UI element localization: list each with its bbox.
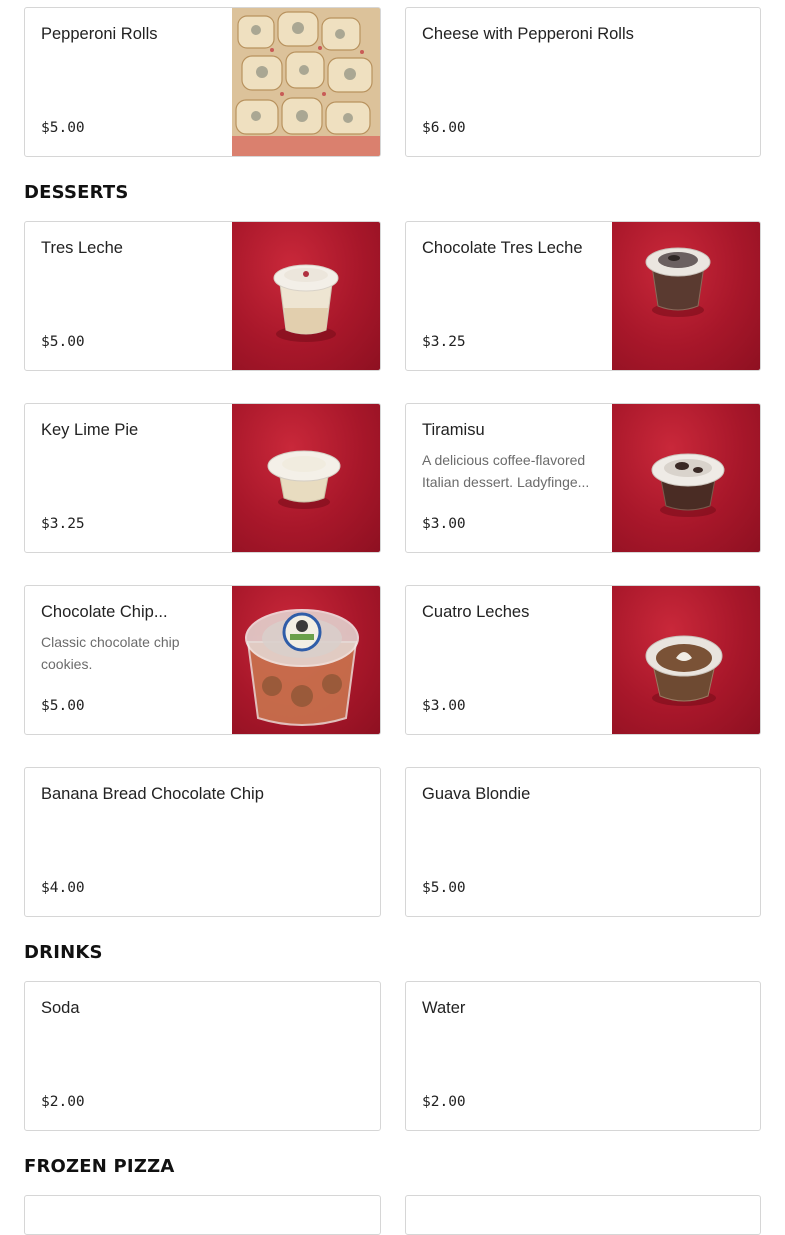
item-price: $4.00 [41,880,85,896]
item-price: $2.00 [41,1094,85,1110]
item-name: Chocolate Chip... [41,603,168,621]
menu-item-card[interactable]: Soda $2.00 [24,981,381,1131]
menu-item-card[interactable]: Tres Leche $5.00 [24,221,381,371]
item-name: Cuatro Leches [422,603,530,621]
menu-item-card[interactable]: Chocolate Tres Leche $3.25 [405,221,761,371]
item-price: $5.00 [41,698,85,714]
menu-item-card[interactable]: Key Lime Pie $3.25 [24,403,381,553]
item-price: $2.00 [422,1094,466,1110]
item-price: $3.25 [422,334,466,350]
item-name: Banana Bread Chocolate Chip [41,785,264,803]
dessert-cup-photo [612,222,760,370]
menu-item-card[interactable]: Chocolate Chip... Classic chocolate chip… [24,585,381,735]
item-description: A delicious coffee-flavored Italian dess… [422,452,590,490]
menu-item-card[interactable]: Guava Blondie $5.00 [405,767,761,917]
item-price: $6.00 [422,120,466,136]
item-name: Tiramisu [422,421,485,439]
item-name: Pepperoni Rolls [41,25,158,43]
cookie-container-photo [232,586,380,734]
menu-item-card[interactable] [24,1195,381,1235]
menu-item-card[interactable]: Tiramisu A delicious coffee-flavored Ita… [405,403,761,553]
dessert-cup-photo [232,404,380,552]
menu-item-card[interactable]: Cuatro Leches $3.00 [405,585,761,735]
dessert-cup-photo [612,586,760,734]
dessert-cup-photo [612,404,760,552]
item-name: Guava Blondie [422,785,531,803]
item-price: $3.00 [422,516,466,532]
item-name: Cheese with Pepperoni Rolls [422,25,634,43]
menu-item-card[interactable]: Cheese with Pepperoni Rolls $6.00 [405,7,761,157]
menu-item-card[interactable]: Pepperoni Rolls $5.00 [24,7,381,157]
item-description: Classic chocolate chip cookies. [41,634,180,672]
item-price: $5.00 [422,880,466,896]
pepperoni-rolls-photo [232,8,380,156]
section-title-desserts: DESSERTS [24,182,129,203]
menu-item-card[interactable]: Water $2.00 [405,981,761,1131]
item-price: $5.00 [41,334,85,350]
item-price: $5.00 [41,120,85,136]
item-price: $3.00 [422,698,466,714]
item-name: Key Lime Pie [41,421,139,439]
dessert-cup-photo [232,222,380,370]
item-name: Tres Leche [41,239,123,257]
section-title-frozen-pizza: FROZEN PIZZA [24,1156,175,1177]
item-name: Soda [41,999,80,1017]
item-name: Water [422,999,466,1017]
menu-item-card[interactable] [405,1195,761,1235]
item-name: Chocolate Tres Leche [422,239,583,257]
section-title-drinks: DRINKS [24,942,103,963]
item-price: $3.25 [41,516,85,532]
menu-item-card[interactable]: Banana Bread Chocolate Chip $4.00 [24,767,381,917]
